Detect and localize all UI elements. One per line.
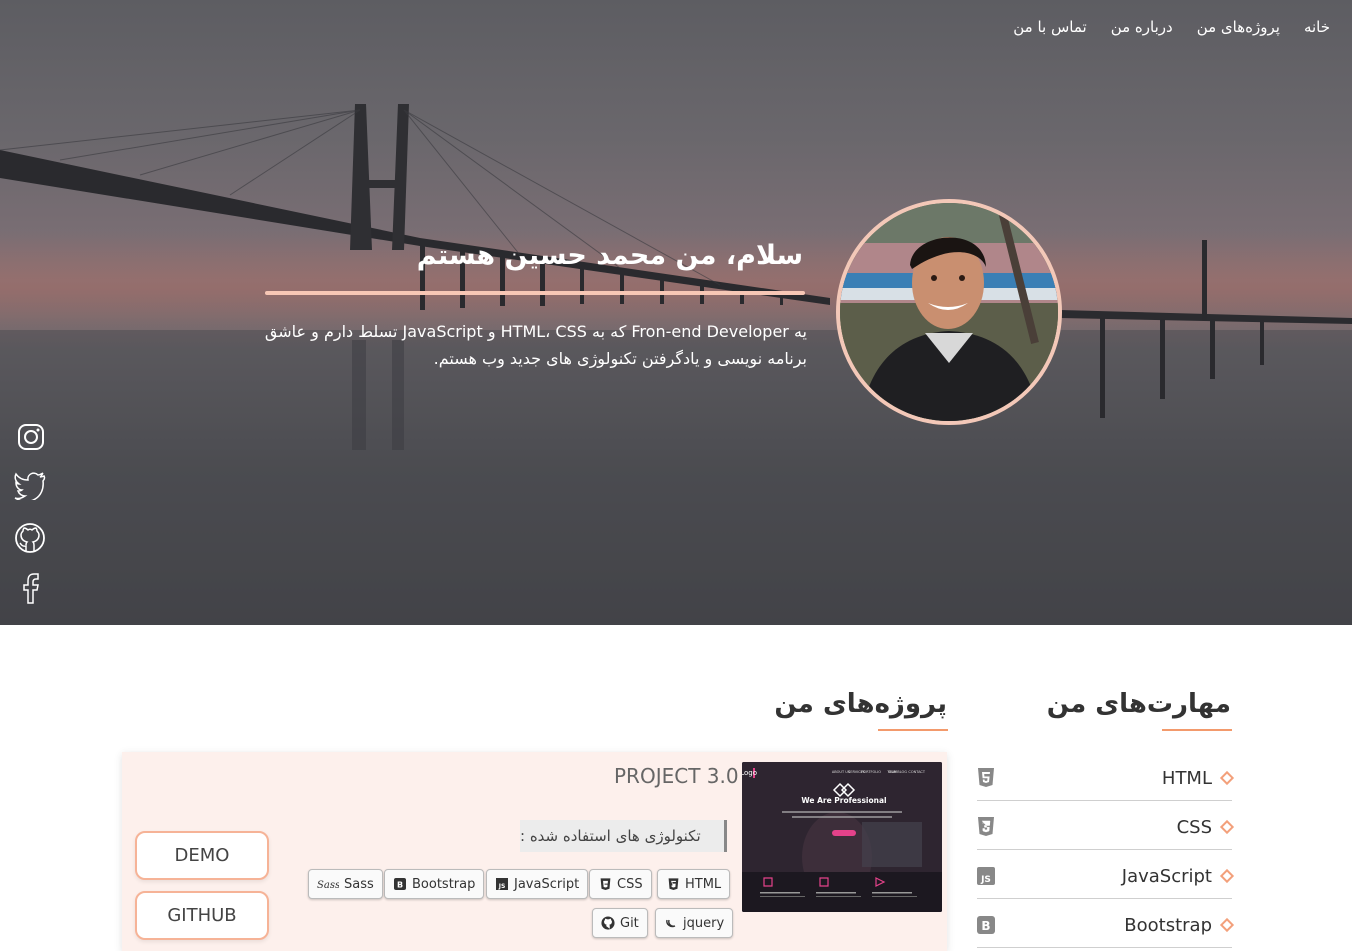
hero-section: خانه پروژه‌های من درباره من تماس با من س… — [0, 0, 1352, 625]
html5-icon — [978, 768, 994, 787]
tech-badge-html: HTML — [657, 869, 731, 899]
screenshot-logo: Logo — [742, 769, 757, 777]
hero-description: یه Fron-end Developer که به HTML، CSS و … — [264, 322, 807, 368]
skill-item-css: CSS — [977, 801, 1235, 850]
twitter-icon[interactable] — [14, 472, 46, 503]
js-icon: JS — [977, 867, 995, 885]
hero-title-underline — [265, 291, 805, 295]
demo-button[interactable]: DEMO — [135, 831, 269, 880]
screenshot-headline: We Are Professional — [801, 796, 886, 805]
bootstrap-icon: B — [977, 916, 995, 934]
diamond-icon — [1219, 868, 1235, 884]
profile-photo — [840, 203, 1058, 421]
css3-icon — [598, 877, 612, 891]
tech-badge-bootstrap: B Bootstrap — [384, 869, 485, 899]
tech-badge-jquery: jquery — [655, 908, 734, 938]
screenshot-menu-4: OUR BLOG — [888, 770, 907, 774]
nav-home[interactable]: خانه — [1304, 18, 1330, 36]
badge-label: CSS — [617, 876, 643, 892]
nav-projects[interactable]: پروژه‌های من — [1197, 18, 1280, 36]
sass-icon: Sass — [317, 877, 339, 891]
github-icon[interactable] — [14, 522, 46, 553]
projects-title-underline — [878, 729, 948, 731]
tech-badge-css: CSS — [589, 869, 652, 899]
nav-about[interactable]: درباره من — [1111, 18, 1173, 36]
hero-title: سلام، من محمد حسین هستم — [416, 240, 803, 271]
social-links — [14, 422, 46, 604]
project-title: PROJECT 3.0 — [614, 764, 739, 788]
diamond-icon — [1219, 819, 1235, 835]
skill-item-bootstrap: Bootstrap B — [977, 899, 1235, 948]
css3-icon — [978, 817, 994, 836]
tech-badge-sass: Sass Sass — [308, 869, 383, 899]
diamond-icon — [1219, 770, 1235, 786]
bootstrap-icon: B — [393, 877, 407, 891]
github-icon — [601, 916, 615, 930]
badge-label: JavaScript — [514, 876, 580, 892]
skill-name: CSS — [1176, 816, 1212, 838]
tech-badge-git: Git — [592, 908, 648, 938]
skill-item-javascript: JavaScript JS — [977, 850, 1235, 899]
tech-badge-javascript: JS JavaScript — [486, 869, 589, 899]
svg-text:Sass: Sass — [317, 880, 339, 890]
bridge-background — [0, 104, 1352, 625]
badge-label: Git — [620, 915, 639, 931]
html5-icon — [666, 877, 680, 891]
github-button[interactable]: GITHUB — [135, 891, 269, 940]
skills-title: مهارت‌های من — [1046, 689, 1231, 719]
skill-name: JavaScript — [1121, 865, 1212, 887]
skill-name: Bootstrap — [1124, 914, 1212, 936]
top-nav: خانه پروژه‌های من درباره من تماس با من — [1013, 18, 1330, 36]
jquery-icon — [664, 916, 678, 930]
skill-name: HTML — [1161, 767, 1212, 789]
instagram-icon[interactable] — [14, 422, 46, 452]
profile-avatar — [836, 199, 1062, 425]
js-icon: JS — [495, 877, 509, 891]
badge-label: Bootstrap — [412, 876, 476, 892]
svg-text:B: B — [981, 919, 990, 933]
badge-label: jquery — [683, 915, 725, 931]
skills-title-underline — [1162, 729, 1232, 731]
badge-label: Sass — [344, 876, 374, 892]
nav-contact[interactable]: تماس با من — [1013, 18, 1086, 36]
project-screenshot[interactable]: Logo ABOUT US SERVICES PORTFOLIO TEAM OU… — [742, 762, 942, 912]
skills-list: HTML CSS JavaScript JS Bootstrap B — [977, 752, 1235, 948]
svg-text:JS: JS — [498, 883, 506, 890]
badge-label: HTML — [685, 876, 722, 892]
svg-text:B: B — [397, 880, 403, 889]
svg-text:JS: JS — [980, 875, 991, 885]
diamond-icon — [1219, 917, 1235, 933]
screenshot-menu-2: PORTFOLIO — [861, 770, 881, 774]
screenshot-menu-5: CONTACT — [908, 770, 925, 774]
projects-title: پروژه‌های من — [774, 689, 947, 719]
skill-item-html: HTML — [977, 752, 1235, 801]
facebook-icon[interactable] — [14, 572, 46, 604]
tech-label: تکنولوژی های استفاده شده : — [520, 820, 727, 852]
